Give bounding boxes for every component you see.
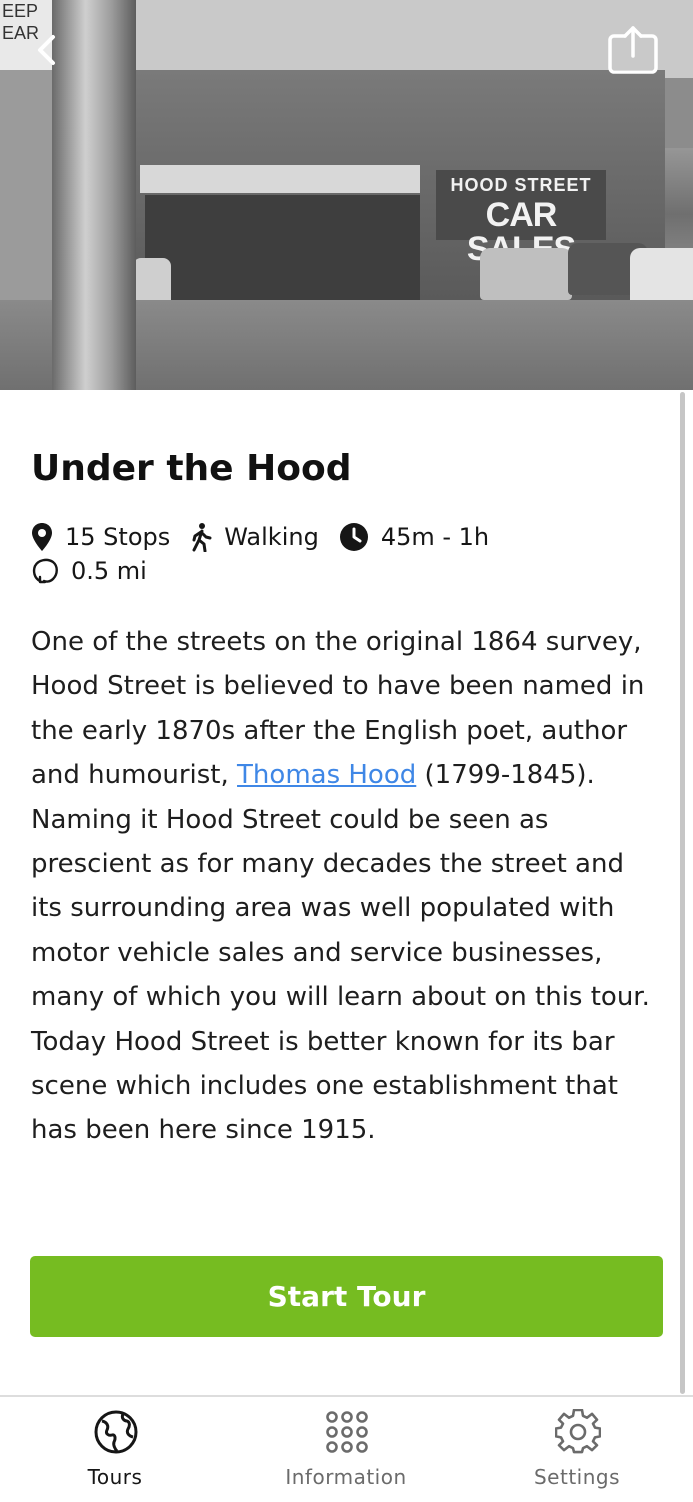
duration-info: 45m - 1h xyxy=(339,522,489,552)
bottom-tab-bar: Tours Information Settings xyxy=(0,1395,693,1502)
photo-storefront xyxy=(145,195,420,300)
tab-tours[interactable]: Tours xyxy=(15,1397,215,1502)
tour-meta-row: 15 Stops Walking 45m - 1h xyxy=(31,522,509,552)
duration-label: 45m - 1h xyxy=(380,523,490,551)
photo-awning xyxy=(140,165,420,193)
share-icon xyxy=(608,26,658,74)
tour-description: One of the streets on the original 1864 … xyxy=(31,620,656,1153)
distance-label: 0.5 mi xyxy=(71,557,147,585)
clock-icon xyxy=(339,523,368,551)
start-tour-button[interactable]: Start Tour xyxy=(30,1256,663,1337)
tab-settings[interactable]: Settings xyxy=(477,1397,677,1502)
chevron-left-icon xyxy=(38,35,55,65)
description-text-2: (1799-1845). Naming it Hood Street could… xyxy=(31,760,650,1146)
thomas-hood-link[interactable]: Thomas Hood xyxy=(237,760,416,790)
back-button[interactable] xyxy=(28,28,64,72)
tab-information[interactable]: Information xyxy=(246,1397,446,1502)
photo-sign-line1: HOOD STREET xyxy=(450,175,592,195)
photo-car xyxy=(630,248,693,308)
map-pin-icon xyxy=(32,523,52,551)
scrollbar[interactable] xyxy=(680,392,685,1394)
gear-icon xyxy=(555,1409,601,1454)
tour-meta-row-2: 0.5 mi xyxy=(31,557,167,585)
tab-information-label: Information xyxy=(285,1465,407,1489)
photo-car xyxy=(480,248,572,300)
tab-tours-label: Tours xyxy=(87,1465,143,1489)
walking-icon xyxy=(192,523,212,552)
hero-photo: HOOD STREET CAR SALES EEP EAR xyxy=(0,0,693,390)
tour-title: Under the Hood xyxy=(31,448,352,489)
mode-label: Walking xyxy=(224,523,319,551)
photo-pole xyxy=(52,0,136,390)
mode-info: Walking xyxy=(190,522,319,552)
globe-icon xyxy=(94,1410,138,1454)
stops-label: 15 Stops xyxy=(65,523,171,551)
share-button[interactable] xyxy=(604,22,662,78)
start-tour-label: Start Tour xyxy=(267,1280,426,1313)
distance-info: 0.5 mi xyxy=(31,557,147,585)
tab-settings-label: Settings xyxy=(533,1465,621,1489)
grid-dots-icon xyxy=(326,1411,368,1453)
loop-route-icon xyxy=(32,558,58,584)
stops-info: 15 Stops xyxy=(31,522,170,552)
photo-car-sales-sign: HOOD STREET CAR SALES xyxy=(436,170,606,266)
